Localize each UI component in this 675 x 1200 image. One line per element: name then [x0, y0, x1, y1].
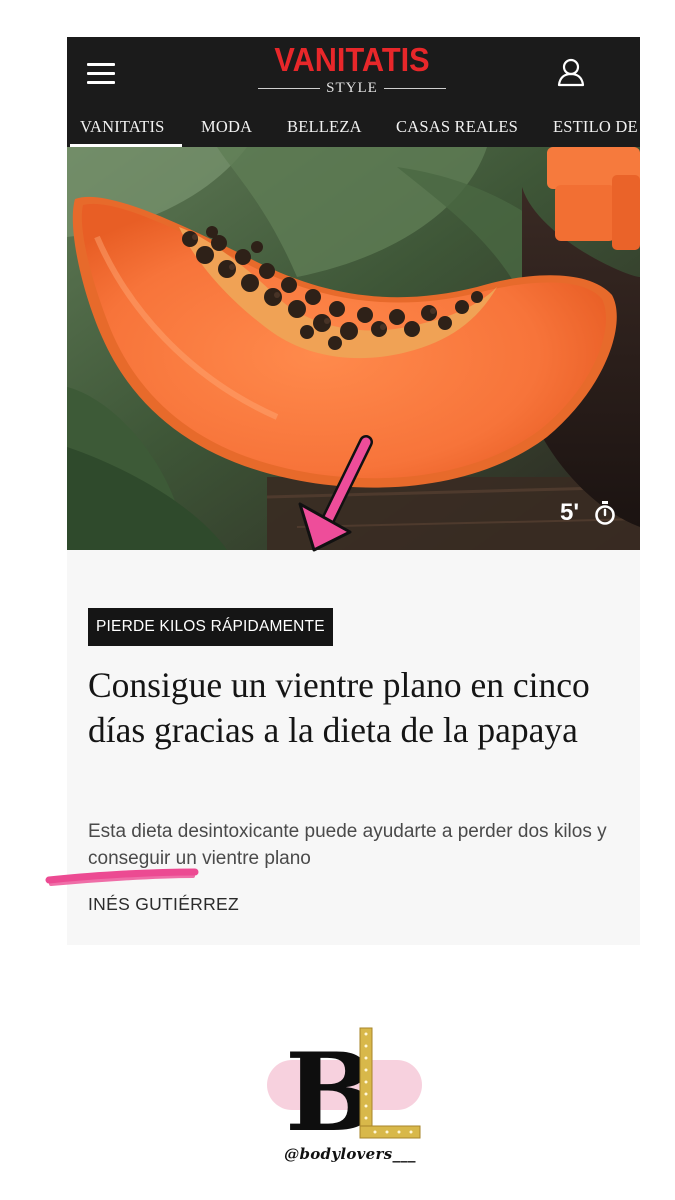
user-account-icon[interactable]	[556, 57, 586, 87]
category-tag[interactable]: PIERDE KILOS RÁPIDAMENTE	[88, 608, 333, 646]
bodylovers-handle: @bodylovers___	[284, 1145, 416, 1163]
hamburger-menu-icon[interactable]	[87, 63, 115, 85]
stopwatch-icon	[595, 501, 615, 525]
vanitatis-logo[interactable]: VANITATIS STYLE	[252, 43, 452, 103]
logo-wordmark: VANITATIS	[274, 41, 430, 78]
logo-sub-row: STYLE	[252, 79, 452, 97]
nav-item-vanitatis[interactable]: VANITATIS	[80, 117, 165, 137]
annotation-arrow-icon	[298, 435, 373, 552]
nav-item-belleza[interactable]: BELLEZA	[287, 117, 362, 137]
logo-subtitle: STYLE	[326, 80, 378, 96]
nav-item-casas-reales[interactable]: CASAS REALES	[396, 117, 518, 137]
nav-item-estilo-de[interactable]: ESTILO DE	[553, 117, 638, 137]
section-nav: VANITATIS MODA BELLEZA CASAS REALES ESTI…	[67, 113, 640, 147]
site-header: VANITATIS STYLE VANITATIS MODA BELLEZA C…	[67, 37, 640, 147]
article-author[interactable]: INÉS GUTIÉRREZ	[88, 894, 239, 915]
nav-item-moda[interactable]: MODA	[201, 117, 252, 137]
article-summary: Esta dieta desintoxicante puede ayudarte…	[88, 821, 607, 869]
reading-time-label: 5'	[560, 499, 580, 526]
article-headline[interactable]: Consigue un vientre plano en cinco días …	[88, 663, 628, 753]
annotation-underline	[45, 868, 199, 886]
